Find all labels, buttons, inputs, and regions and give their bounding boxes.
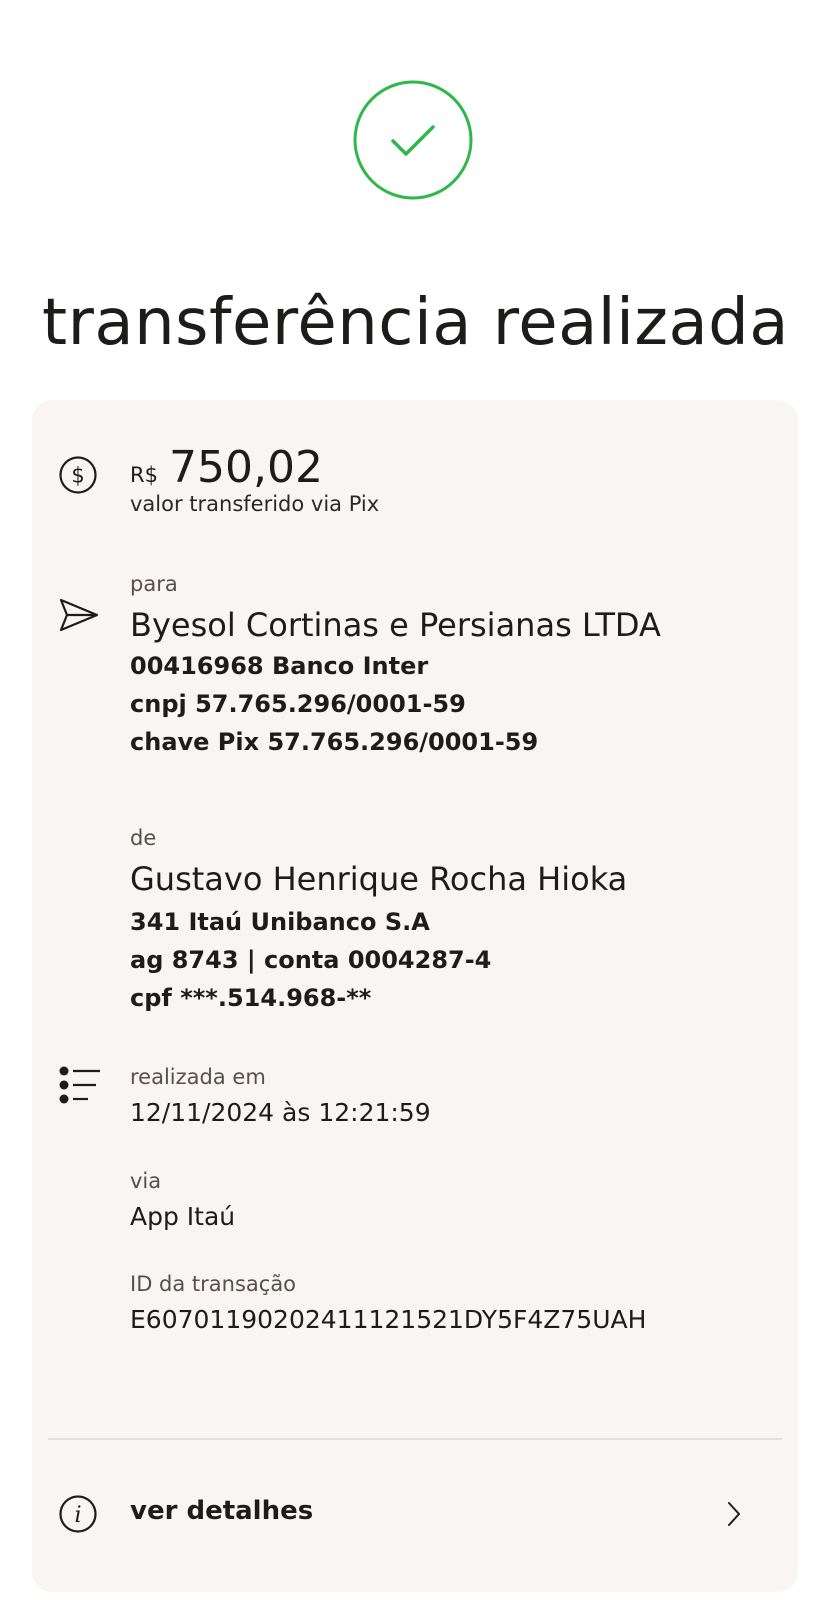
- recipient-bank: 00416968 Banco Inter: [130, 652, 429, 680]
- page-title: transferência realizada: [41, 285, 790, 360]
- sender-document: cpf ***.514.968-**: [130, 984, 372, 1012]
- view-details-label: ver detalhes: [130, 1496, 314, 1526]
- amount-line: R$ 750,02: [130, 442, 323, 493]
- info-circle-icon: i: [58, 1494, 98, 1538]
- date-label: realizada em: [130, 1065, 266, 1089]
- receipt-card: $ R$ 750,02 valor transferido via Pix pa…: [32, 400, 798, 1592]
- recipient-pix-key: chave Pix 57.765.296/0001-59: [130, 728, 539, 756]
- recipient-name: Byesol Cortinas e Persianas LTDA: [130, 606, 661, 644]
- channel-label: via: [130, 1169, 162, 1193]
- chevron-right-icon: [724, 1500, 744, 1532]
- amount-value: 750,02: [169, 442, 324, 493]
- check-circle-icon: [353, 80, 473, 200]
- amount-caption: valor transferido via Pix: [130, 492, 380, 516]
- sender-name: Gustavo Henrique Rocha Hioka: [130, 860, 628, 898]
- transaction-id-label: ID da transação: [130, 1272, 297, 1296]
- dollar-circle-icon: $: [58, 455, 98, 499]
- amount-currency: R$: [130, 463, 158, 487]
- svg-text:i: i: [74, 1503, 81, 1528]
- send-icon: [58, 596, 100, 638]
- recipient-document: cnpj 57.765.296/0001-59: [130, 690, 466, 718]
- sender-account: ag 8743 | conta 0004287-4: [130, 946, 492, 974]
- divider: [48, 1438, 782, 1440]
- sender-label: de: [130, 826, 157, 850]
- date-value: 12/11/2024 às 12:21:59: [130, 1098, 431, 1127]
- sender-bank: 341 Itaú Unibanco S.A: [130, 908, 430, 936]
- list-icon: [58, 1065, 102, 1111]
- channel-value: App Itaú: [130, 1202, 236, 1231]
- transaction-id-value: E60701190202411121521DY5F4Z75UAH: [130, 1305, 647, 1334]
- svg-text:$: $: [71, 464, 84, 488]
- view-details-button[interactable]: i ver detalhes: [32, 1450, 798, 1580]
- recipient-label: para: [130, 572, 178, 596]
